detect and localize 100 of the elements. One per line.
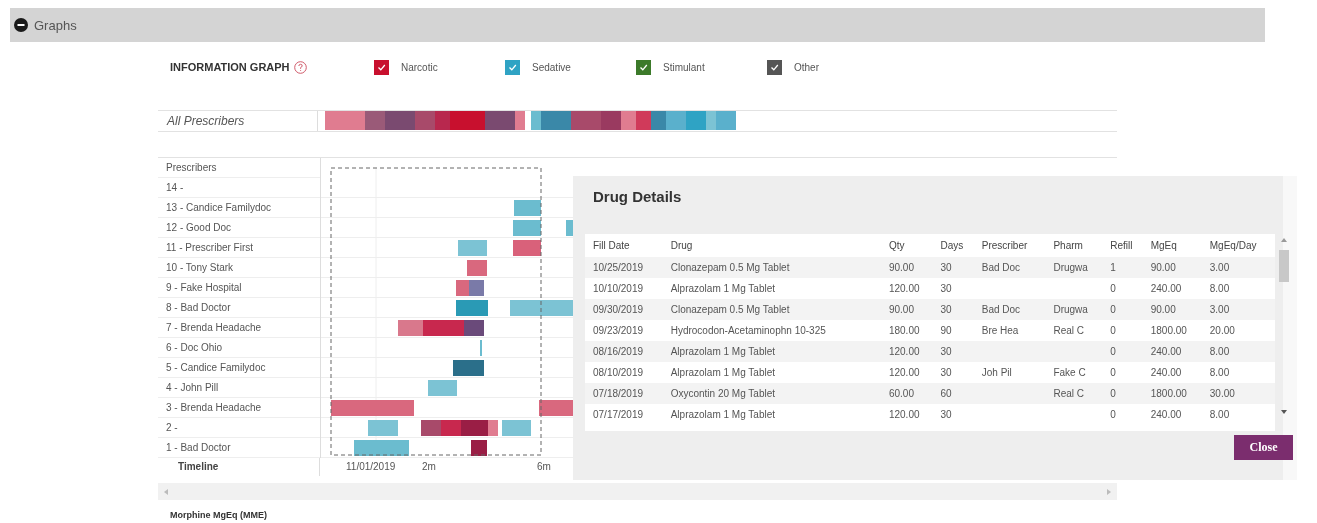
prescriber-label: 10 - Tony Stark: [158, 258, 320, 278]
legend-label: Stimulant: [663, 61, 705, 73]
table-cell: 30: [940, 409, 952, 420]
table-cell: 90.00: [888, 304, 914, 315]
dialog-title: Drug Details: [593, 188, 683, 205]
table-cell: Bre Hea: [981, 325, 1019, 336]
timeline-bar[interactable]: [455, 300, 488, 316]
table-cell: Bad Doc: [981, 304, 1021, 315]
table-cell: Clonazepam 0.5 Mg Tablet: [670, 304, 790, 315]
table-cell: 30: [940, 367, 952, 378]
table-cell: Alprazolam 1 Mg Tablet: [670, 283, 775, 294]
prescriber-label: 13 - Candice Familydoc: [158, 198, 320, 218]
column-header[interactable]: MgEq/Day: [1201, 234, 1275, 257]
table-cell: Drugwa: [1053, 304, 1088, 315]
column-header[interactable]: Qty: [880, 234, 933, 257]
scroll-left-icon[interactable]: [164, 488, 168, 495]
table-cell: 240.00: [1150, 283, 1182, 294]
table-cell: 30: [940, 283, 952, 294]
table-cell: 30: [940, 262, 952, 273]
table-cell: 0: [1110, 304, 1116, 315]
table-cell: 07/18/2019: [593, 388, 644, 399]
table-cell: 0: [1110, 283, 1116, 294]
table-cell: 09/30/2019: [593, 304, 644, 315]
table-cell: 09/23/2019: [593, 325, 644, 336]
close-button[interactable]: Close: [1234, 435, 1293, 460]
column-header[interactable]: Drug: [662, 234, 881, 257]
column-header[interactable]: Fill Date: [585, 234, 663, 257]
section-title: Graphs: [34, 17, 77, 33]
table-cell: Alprazolam 1 Mg Tablet: [670, 409, 775, 420]
legend-label: Other: [794, 61, 819, 73]
checkmark-icon: [377, 62, 386, 72]
scroll-right-icon[interactable]: [1107, 488, 1111, 495]
horizontal-scrollbar[interactable]: [158, 483, 1117, 500]
column-header[interactable]: Pharm: [1045, 234, 1103, 257]
column-header[interactable]: Refill: [1102, 234, 1143, 257]
column-header[interactable]: Days: [932, 234, 974, 257]
table-cell: 240.00: [1150, 346, 1182, 357]
timeline-bar[interactable]: [538, 400, 574, 416]
checkmark-icon: [508, 62, 517, 72]
table-cell: 0: [1110, 388, 1116, 399]
legend-checkbox[interactable]: [636, 59, 651, 75]
table-cell: Alprazolam 1 Mg Tablet: [670, 367, 775, 378]
prescriber-label: 1 - Bad Doctor: [158, 438, 320, 458]
table-cell: Real C: [1053, 388, 1084, 399]
prescriber-label: 3 - Brenda Headache: [158, 398, 320, 418]
legend-checkbox[interactable]: [374, 59, 389, 75]
table-cell: 30.00: [1209, 388, 1235, 399]
table-cell: Fake C: [1053, 367, 1086, 378]
checkmark-icon: [770, 62, 779, 72]
table-cell: 90.00: [888, 262, 914, 273]
prescriber-label: 14 -: [158, 178, 320, 198]
prescriber-label: 4 - John Pill: [158, 378, 320, 398]
legend-label: Sedative: [532, 61, 571, 73]
table-cell: Real C: [1053, 325, 1084, 336]
prescriber-label: 5 - Candice Familydoc: [158, 358, 320, 378]
table-cell: 3.00: [1209, 262, 1230, 273]
column-header[interactable]: MgEq: [1142, 234, 1202, 257]
table-cell: Clonazepam 0.5 Mg Tablet: [670, 262, 790, 273]
table-cell: 180.00: [888, 325, 920, 336]
table-cell: Hydrocodon-Acetaminophn 10-325: [670, 325, 826, 336]
tick-label: 11/01/2019: [346, 461, 396, 472]
prescriber-label: 2 -: [158, 418, 320, 438]
table-cell: 8.00: [1209, 346, 1230, 357]
timeline-bar[interactable]: [470, 440, 487, 456]
table-cell: 10/10/2019: [593, 283, 644, 294]
timeline-bar[interactable]: [452, 360, 484, 376]
table-cell: 30: [940, 304, 952, 315]
table-cell: 0: [1110, 367, 1116, 378]
tick-label: 2m: [422, 461, 436, 472]
table-cell: 90.00: [1150, 304, 1176, 315]
prescriber-label: 11 - Prescriber First: [158, 238, 320, 258]
table-cell: 08/16/2019: [593, 346, 644, 357]
prescriber-label: 6 - Doc Ohio: [158, 338, 320, 358]
table-cell: 120.00: [888, 409, 920, 420]
table-cell: Oxycontin 20 Mg Tablet: [670, 388, 775, 399]
table-cell: 20.00: [1209, 325, 1235, 336]
help-icon[interactable]: [293, 60, 307, 74]
timeline-bar[interactable]: [466, 260, 487, 276]
timeline-bar[interactable]: [420, 420, 441, 436]
tick-label: 6m: [537, 461, 551, 472]
legend-checkbox[interactable]: [505, 59, 520, 75]
table-cell: Drugwa: [1053, 262, 1088, 273]
legend-label: Narcotic: [401, 61, 438, 73]
table-cell: 90: [940, 325, 952, 336]
timeline-bar[interactable]: [455, 280, 469, 296]
legend-checkbox[interactable]: [767, 59, 782, 75]
table-cell: 0: [1110, 346, 1116, 357]
section-title: Morphine MgEq (MME): [169, 510, 268, 520]
table-cell: Alprazolam 1 Mg Tablet: [670, 346, 775, 357]
timeline-bar[interactable]: [512, 240, 541, 256]
collapse-icon[interactable]: [14, 18, 28, 32]
table-cell: 0: [1110, 325, 1116, 336]
column-header[interactable]: Prescriber: [973, 234, 1046, 257]
prescriber-label: 8 - Bad Doctor: [158, 298, 320, 318]
section-header[interactable]: Graphs: [10, 8, 1265, 42]
checkmark-icon: [639, 62, 648, 72]
table-cell: 120.00: [888, 283, 920, 294]
column-header: Prescribers: [158, 158, 320, 178]
table-cell: 8.00: [1209, 367, 1230, 378]
row-label: All Prescribers: [158, 111, 318, 131]
